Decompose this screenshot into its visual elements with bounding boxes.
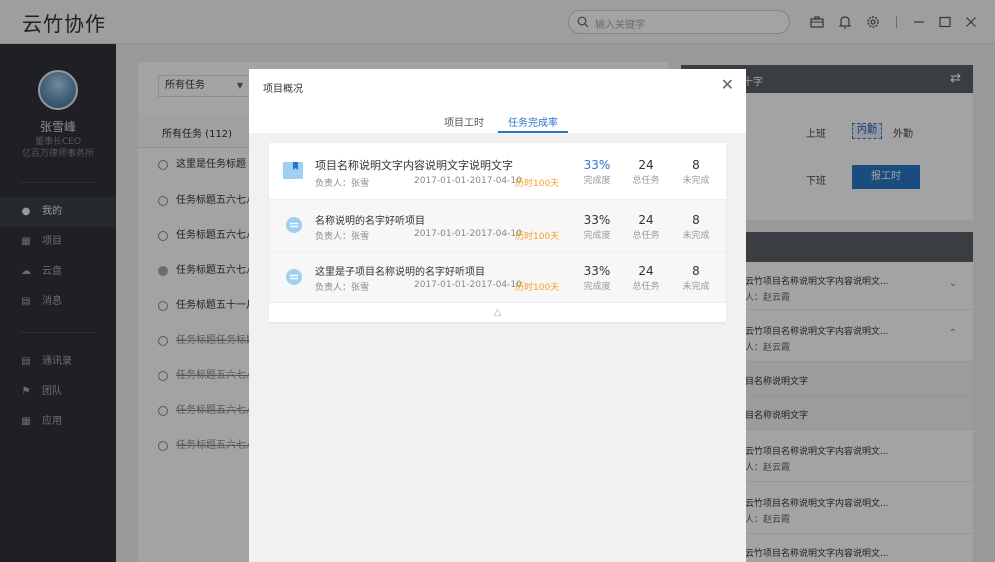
pending-tasks-label: 未完成 [682, 231, 710, 241]
total-tasks-label: 总任务 [632, 231, 660, 241]
completion-label: 完成度 [583, 282, 611, 292]
modal-tabs: 项目工时 任务完成率 [249, 103, 746, 133]
close-icon[interactable]: ✕ [721, 76, 734, 94]
active-tab-indicator [498, 131, 568, 133]
completion-stat: 33% 完成度 [577, 158, 617, 186]
collapse-icon[interactable]: △ [269, 302, 726, 322]
project-overview-modal: 项目概况 ✕ 项目工时 任务完成率 项目名称说明文字内容说明文字说明文字 负责人… [249, 69, 746, 562]
pending-tasks-value: 8 [692, 158, 700, 172]
total-tasks-value: 24 [638, 264, 654, 278]
project-name: 项目名称说明文字内容说明文字说明文字 [315, 159, 513, 172]
subproject-icon [286, 269, 302, 285]
completion-label: 完成度 [583, 176, 611, 186]
total-tasks-stat: 24 总任务 [626, 158, 666, 186]
completion-stat: 33% 完成度 [577, 264, 617, 292]
pending-tasks-stat: 8 未完成 [676, 213, 716, 241]
pending-tasks-stat: 8 未完成 [676, 264, 716, 292]
tab-project-hours[interactable]: 项目工时 [444, 114, 484, 129]
completion-label: 完成度 [583, 231, 611, 241]
project-owner: 负责人：张雪 [315, 179, 370, 189]
project-dates: 2017-01-01-2017-04-10 [414, 176, 522, 186]
project-duration: 历时100天 [515, 179, 560, 189]
project-list: 项目名称说明文字内容说明文字说明文字 负责人：张雪 2017-01-01-201… [269, 143, 726, 322]
project-dates: 2017-01-01-2017-04-10 [414, 229, 522, 239]
project-owner: 负责人：张雪 [315, 232, 370, 242]
pending-tasks-label: 未完成 [682, 176, 710, 186]
completion-stat: 33% 完成度 [577, 213, 617, 241]
modal-header: 项目概况 ✕ [249, 69, 746, 103]
completion-value: 33% [583, 158, 611, 172]
total-tasks-label: 总任务 [632, 176, 660, 186]
project-name: 名称说明的名字好听项目 [315, 216, 425, 227]
subproject-icon [286, 217, 302, 233]
pending-tasks-value: 8 [692, 213, 700, 227]
completion-value: 33% [583, 264, 611, 278]
pending-tasks-value: 8 [692, 264, 700, 278]
project-row[interactable]: 项目名称说明文字内容说明文字说明文字 负责人：张雪 2017-01-01-201… [269, 143, 726, 199]
completion-value: 33% [583, 213, 611, 227]
project-duration: 历时100天 [515, 283, 560, 293]
pending-tasks-stat: 8 未完成 [676, 158, 716, 186]
pending-tasks-label: 未完成 [682, 282, 710, 292]
total-tasks-value: 24 [638, 158, 654, 172]
total-tasks-label: 总任务 [632, 282, 660, 292]
project-name: 这里是子项目名称说明的名字好听项目 [315, 267, 485, 278]
project-duration: 历时100天 [515, 232, 560, 242]
total-tasks-stat: 24 总任务 [626, 264, 666, 292]
tab-task-completion[interactable]: 任务完成率 [508, 114, 558, 129]
project-owner: 负责人：张雪 [315, 283, 370, 293]
project-dates: 2017-01-01-2017-04-10 [414, 280, 522, 290]
subproject-row[interactable]: 名称说明的名字好听项目 负责人：张雪 2017-01-01-2017-04-10… [269, 199, 726, 251]
total-tasks-stat: 24 总任务 [626, 213, 666, 241]
bookmark-icon [283, 162, 303, 179]
total-tasks-value: 24 [638, 213, 654, 227]
modal-title: 项目概况 [263, 84, 303, 95]
subproject-row[interactable]: 这里是子项目名称说明的名字好听项目 负责人：张雪 2017-01-01-2017… [269, 251, 726, 302]
